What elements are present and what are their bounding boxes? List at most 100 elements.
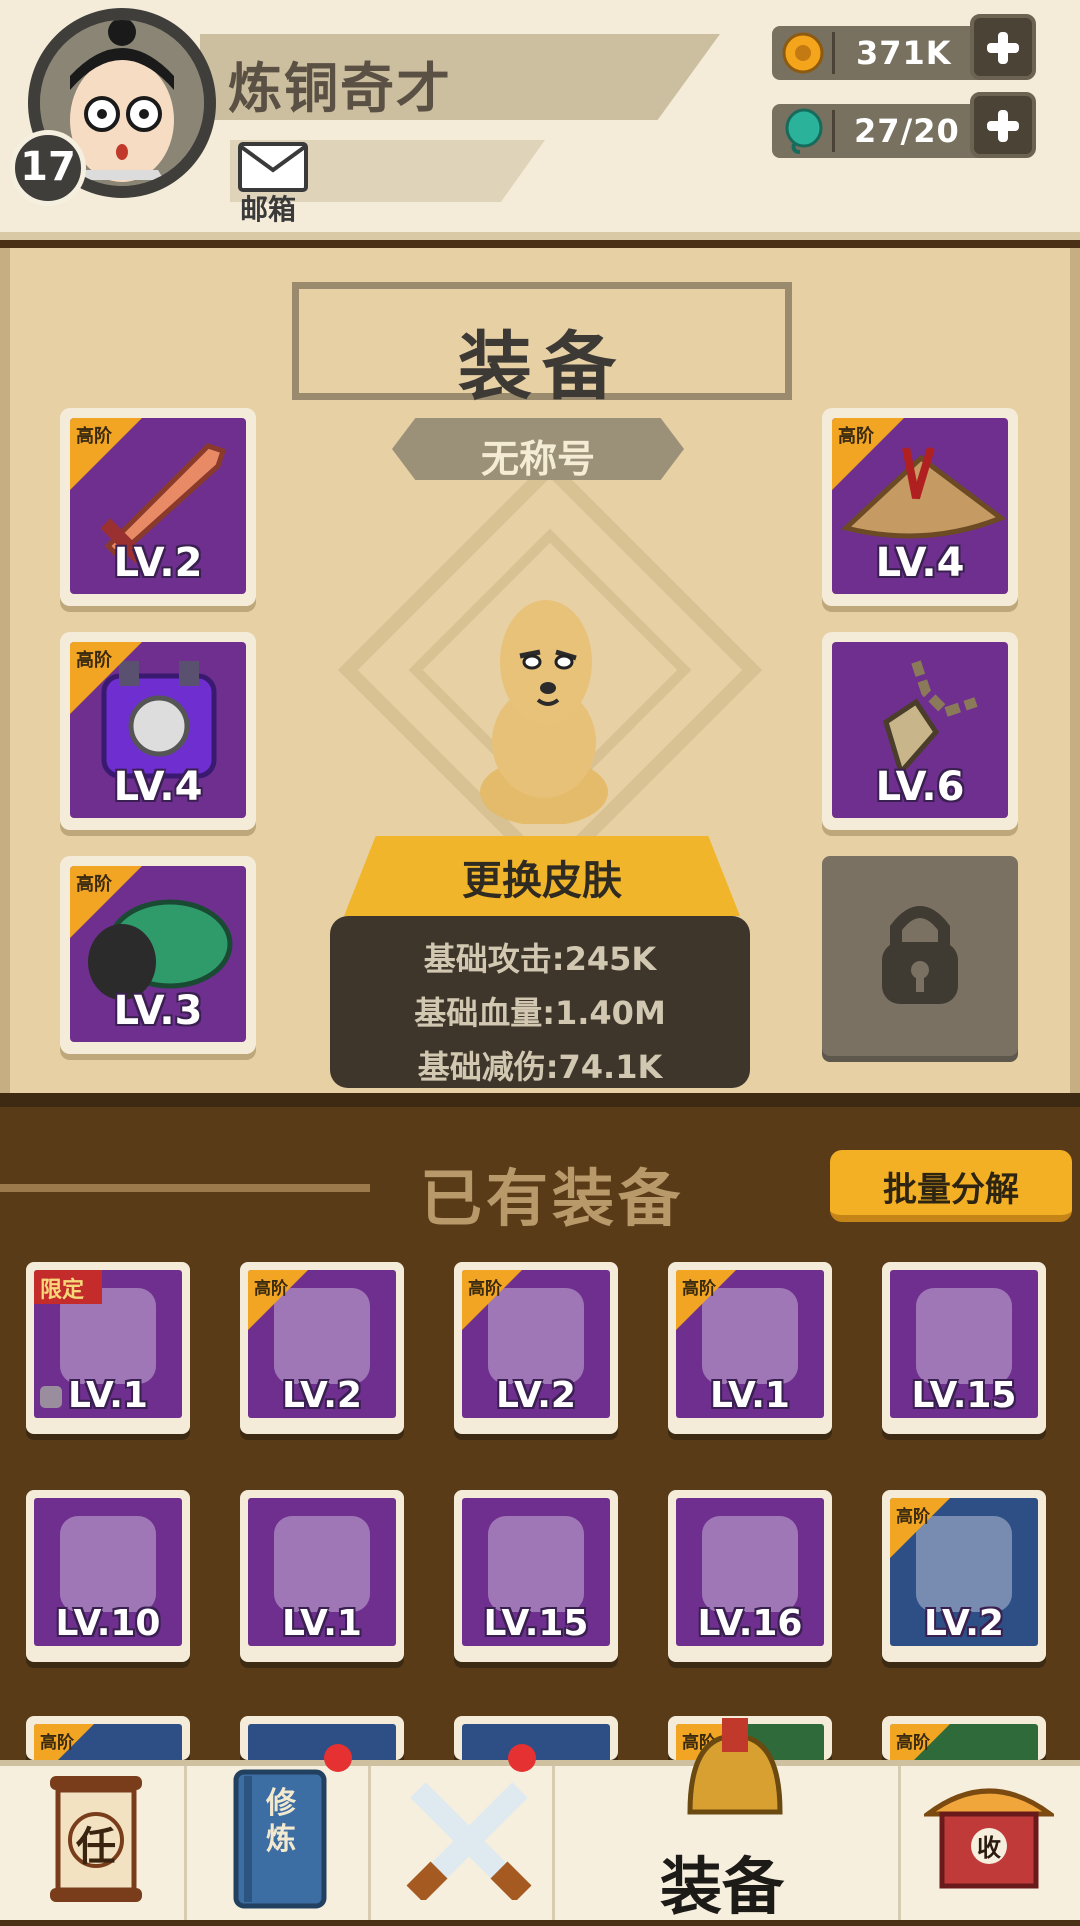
batch-decompose-button[interactable]: 批量分解	[830, 1150, 1072, 1222]
item-tag: 高阶	[896, 1507, 930, 1527]
equipment-title: 装备	[458, 324, 626, 410]
slot-bg: 高阶 LV.4	[70, 642, 246, 818]
slot-level: LV.2	[113, 540, 203, 586]
item-tag: 高阶	[254, 1279, 288, 1299]
player-title: 无称号	[480, 437, 595, 481]
equip-slot-locked[interactable]	[822, 856, 1018, 1056]
item-level: LV.2	[496, 1375, 576, 1416]
nav-task-label: 任	[76, 1824, 116, 1870]
item-bg: LV.15	[890, 1270, 1038, 1418]
nav-separator	[898, 1766, 901, 1920]
stat-health: 基础血量:1.40M	[414, 994, 666, 1032]
slot-bg: LV.6	[832, 642, 1008, 818]
helmet-icon	[680, 1716, 790, 1816]
mail-icon[interactable]	[238, 142, 308, 192]
stat-attack: 基础攻击:245K	[423, 940, 657, 978]
slot-level: LV.4	[875, 540, 965, 586]
player-name: 炼铜奇才	[228, 57, 452, 120]
bottom-nav	[0, 1760, 1080, 1920]
slot-bg: 高阶 LV.2	[70, 418, 246, 594]
item-bg	[248, 1724, 396, 1760]
inventory-item[interactable]: LV.15	[882, 1262, 1046, 1434]
item-bg: LV.1	[248, 1498, 396, 1646]
equip-slot-weapon[interactable]: 高阶 LV.2	[60, 408, 256, 606]
player-level-badge: 17	[10, 130, 86, 206]
coin-icon	[782, 32, 824, 74]
slot-level: LV.6	[875, 764, 965, 810]
equip-slot-gloves[interactable]: 高阶 LV.3	[60, 856, 256, 1054]
inventory-item[interactable]: 高阶 LV.1	[668, 1262, 832, 1434]
item-bg: 高阶	[34, 1724, 182, 1760]
inventory-item-partial[interactable]	[240, 1716, 404, 1760]
item-bg: 高阶	[890, 1724, 1038, 1760]
item-bg: LV.10	[34, 1498, 182, 1646]
inventory-item[interactable]: 高阶 LV.2	[882, 1490, 1046, 1662]
change-skin-label: 更换皮肤	[462, 858, 622, 904]
title-plaque[interactable]: 无称号	[392, 418, 684, 480]
gem-value: 27/20	[854, 112, 960, 150]
item-level: LV.1	[710, 1375, 790, 1416]
equip-slot-hat[interactable]: 高阶 LV.4	[822, 408, 1018, 606]
nav-cultivation[interactable]: 修炼	[230, 1768, 330, 1910]
slot-tier: 高阶	[76, 650, 112, 671]
nav-equipment-active[interactable]: 装备	[660, 1836, 784, 1926]
cleaver-icon	[916, 1288, 1012, 1384]
slot-bg: 高阶 LV.3	[70, 866, 246, 1042]
armor-icon	[702, 1516, 798, 1612]
item-level: LV.2	[924, 1603, 1004, 1644]
slot-bg: 高阶 LV.4	[832, 418, 1008, 594]
nav-cultivation-label: 修炼	[266, 1786, 296, 1857]
nav-task[interactable]: 任	[46, 1770, 146, 1910]
inventory-item-partial[interactable]	[454, 1716, 618, 1760]
slot-tier: 高阶	[76, 426, 112, 447]
item-level: LV.2	[282, 1375, 362, 1416]
crossed-swords-icon	[406, 1782, 532, 1903]
inventory-title: 已有装备	[420, 1162, 685, 1235]
equip-slot-armor[interactable]: 高阶 LV.4	[60, 632, 256, 830]
item-bg: 高阶 LV.2	[248, 1270, 396, 1418]
item-bg: LV.16	[676, 1498, 824, 1646]
nav-shop-label: 收	[977, 1834, 1001, 1862]
nav-battle[interactable]	[404, 1776, 534, 1903]
item-level: LV.1	[282, 1603, 362, 1644]
change-skin-button[interactable]: 更换皮肤	[344, 836, 740, 916]
slot-tier: 高阶	[838, 426, 874, 447]
item-bg: 高阶 LV.2	[462, 1270, 610, 1418]
item-bg: 高阶 LV.2	[890, 1498, 1038, 1646]
equip-slot-necklace[interactable]: LV.6	[822, 632, 1018, 830]
inventory-divider	[0, 1184, 370, 1192]
slot-level: LV.3	[113, 988, 203, 1034]
add-coins-button[interactable]	[970, 14, 1036, 80]
item-level: LV.15	[911, 1375, 1017, 1416]
inventory-item[interactable]: LV.10	[26, 1490, 190, 1662]
inventory-item[interactable]: 高阶 LV.2	[240, 1262, 404, 1434]
cultivation-notification-dot	[324, 1744, 352, 1772]
nav-separator	[552, 1766, 555, 1920]
item-tag: 高阶	[682, 1279, 716, 1299]
battle-notification-dot	[508, 1744, 536, 1772]
slot-level: LV.4	[113, 764, 203, 810]
inventory-item[interactable]: LV.15	[454, 1490, 618, 1662]
lock-icon	[882, 906, 958, 1004]
inventory-item-partial[interactable]: 高阶	[26, 1716, 190, 1760]
mail-label: 邮箱	[240, 193, 297, 226]
inventory-item[interactable]: LV.16	[668, 1490, 832, 1662]
inventory-item-partial[interactable]: 高阶	[882, 1716, 1046, 1760]
item-bg: LV.15	[462, 1498, 610, 1646]
item-bg	[462, 1724, 610, 1760]
gold-claw-icon	[60, 1516, 156, 1612]
item-tag: 限定	[40, 1278, 85, 1303]
slot-tier: 高阶	[76, 874, 112, 895]
inventory-item[interactable]: LV.1	[240, 1490, 404, 1662]
item-level: LV.10	[55, 1603, 161, 1644]
nav-shop[interactable]: 收	[920, 1774, 1058, 1890]
inventory-item[interactable]: 限定 LV.1	[26, 1262, 190, 1434]
equipment-title-plaque: 装备	[292, 282, 792, 410]
sword-icon	[274, 1516, 370, 1612]
coin-divider	[832, 32, 835, 74]
add-gems-button[interactable]	[970, 92, 1036, 158]
nav-separator	[368, 1766, 371, 1920]
inventory-item[interactable]: 高阶 LV.2	[454, 1262, 618, 1434]
nav-separator	[184, 1766, 187, 1920]
character-icon[interactable]	[460, 592, 620, 826]
